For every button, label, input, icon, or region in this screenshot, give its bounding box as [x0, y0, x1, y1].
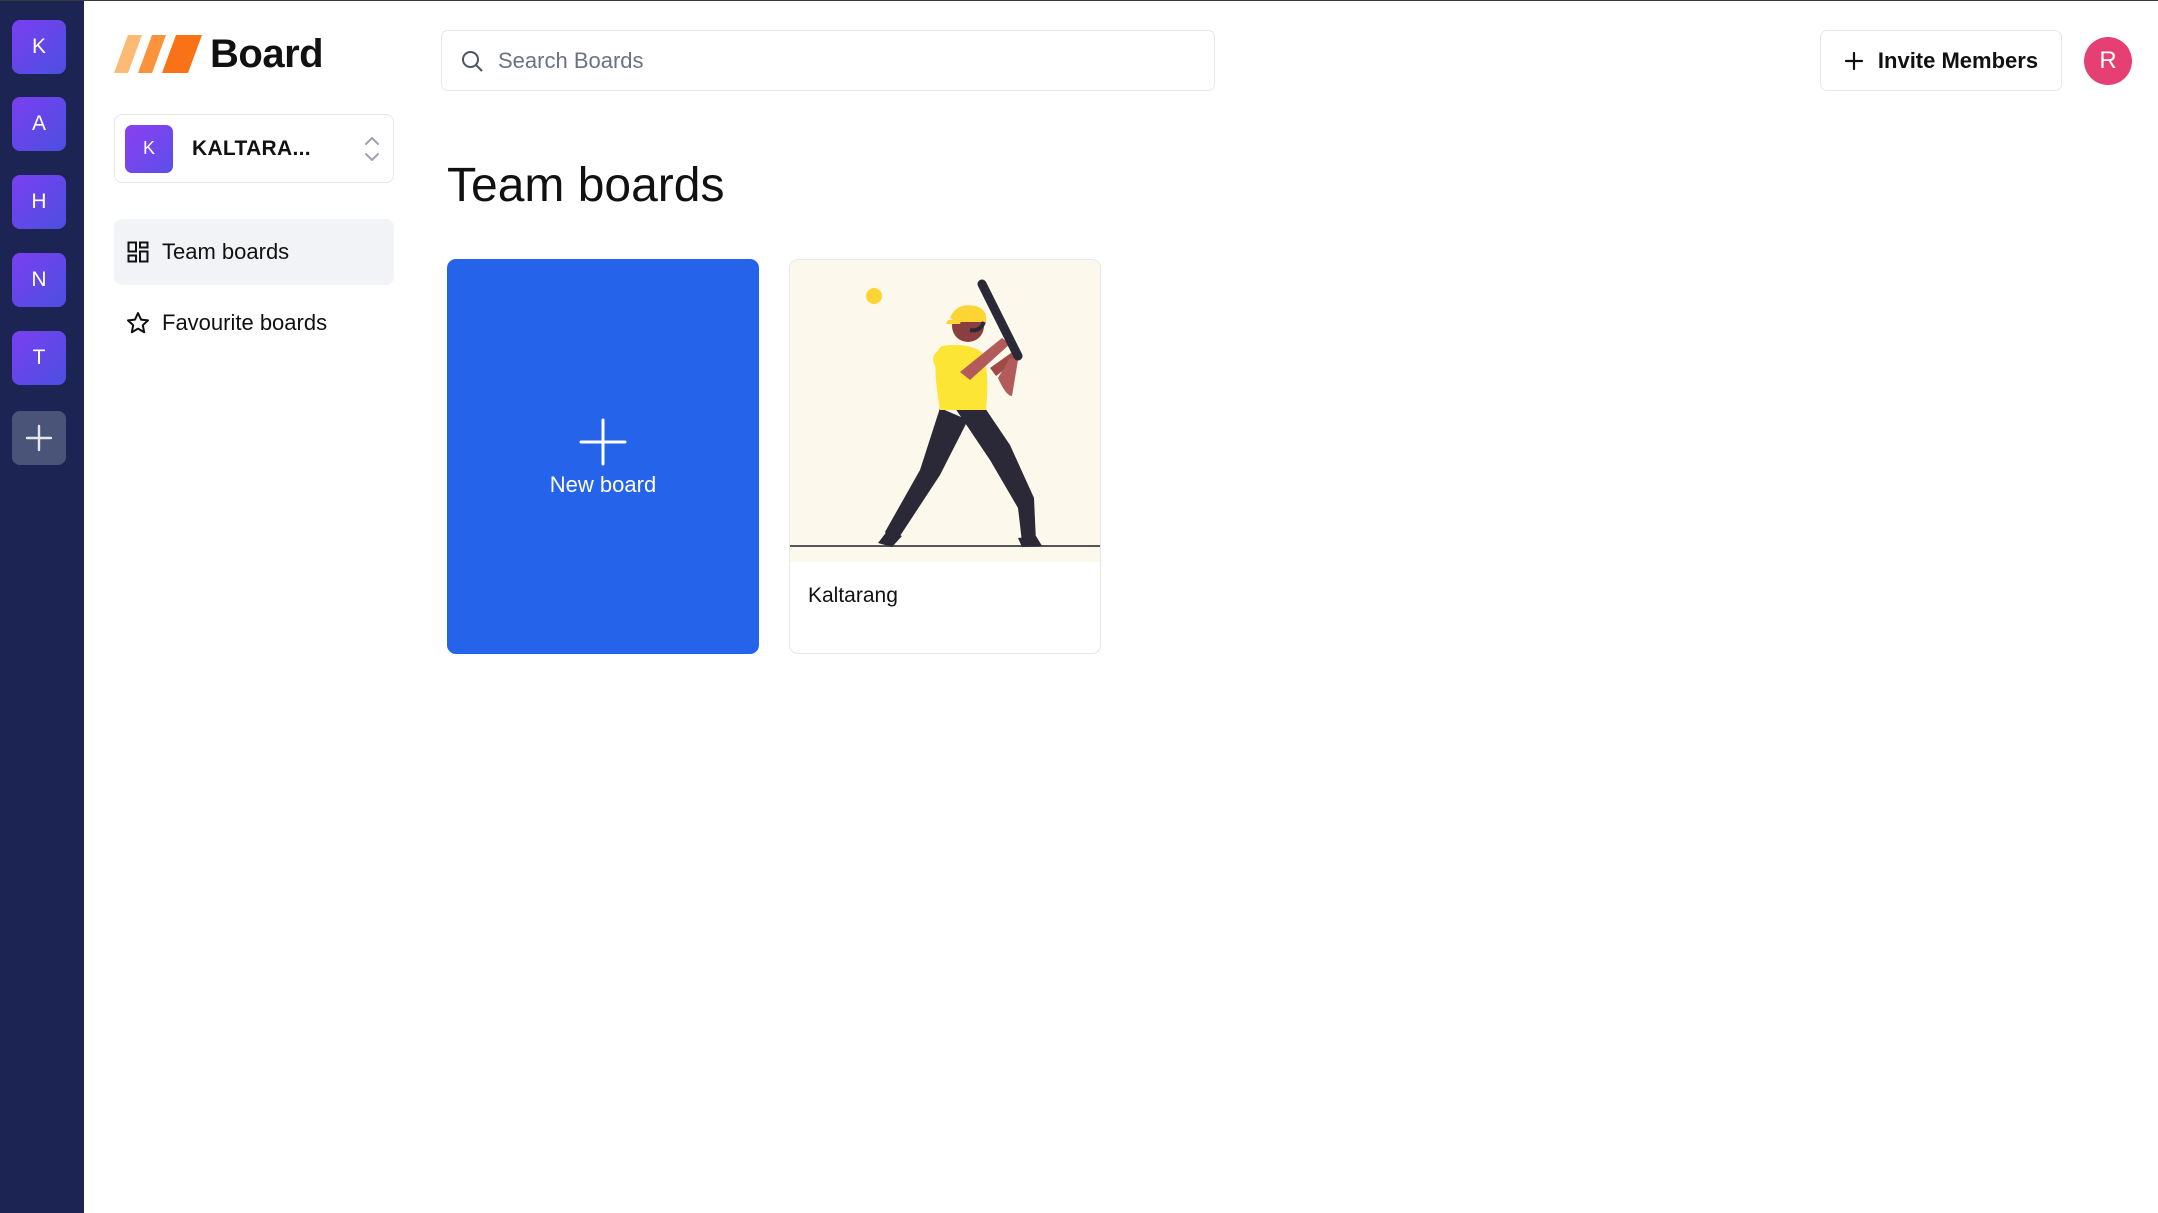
org-initial: T: [32, 346, 46, 369]
add-org-button[interactable]: [12, 411, 66, 465]
org-name: KALTARA...: [192, 136, 311, 160]
org-badge-initial: K: [142, 138, 155, 158]
search-bar[interactable]: [441, 30, 1215, 91]
app-logo[interactable]: Board: [114, 31, 324, 76]
dashboard-grid-icon: [126, 240, 150, 264]
org-rail: K A H N T: [0, 1, 84, 1213]
board-card[interactable]: Kaltarang: [789, 259, 1101, 654]
invite-members-label: Invite Members: [1877, 47, 2039, 73]
org-initial: A: [31, 112, 46, 135]
baseball-batter-illustration: [790, 279, 1100, 547]
new-board-label: New board: [549, 471, 657, 497]
sidebar-item-favourite-boards[interactable]: Favourite boards: [114, 290, 394, 356]
new-board-button[interactable]: New board: [447, 259, 759, 654]
board-title: Kaltarang: [808, 584, 898, 607]
org-button-k[interactable]: K: [12, 20, 66, 74]
avatar-initial: R: [2099, 47, 2117, 74]
org-button-n[interactable]: N: [12, 253, 66, 307]
sidebar-item-label: Team boards: [162, 239, 290, 264]
logo-text: Board: [210, 31, 324, 76]
plus-icon: [25, 424, 53, 452]
org-initial: K: [31, 35, 46, 58]
board-image: [790, 260, 1100, 562]
chevron-up-down-icon: [365, 137, 379, 161]
star-icon: [126, 311, 150, 335]
user-avatar[interactable]: R: [2084, 37, 2132, 85]
org-switcher[interactable]: K KALTARA...: [114, 114, 394, 183]
org-initial: H: [31, 190, 47, 213]
search-input[interactable]: [498, 47, 1178, 74]
logo-stripes-icon: [114, 35, 202, 73]
org-initial: N: [31, 268, 47, 291]
org-button-t[interactable]: T: [12, 331, 66, 385]
window-top-border: [0, 0, 2158, 1]
sidebar-item-label: Favourite boards: [162, 310, 328, 335]
sidebar-item-team-boards[interactable]: Team boards: [114, 219, 394, 285]
page-title: Team boards: [447, 159, 725, 212]
org-button-h[interactable]: H: [12, 175, 66, 229]
search-icon: [462, 50, 483, 71]
invite-members-button[interactable]: Invite Members: [1820, 30, 2062, 91]
org-badge: K: [125, 124, 173, 173]
plus-icon: [579, 418, 627, 465]
plus-icon: [1844, 51, 1864, 70]
org-button-a[interactable]: A: [12, 97, 66, 151]
